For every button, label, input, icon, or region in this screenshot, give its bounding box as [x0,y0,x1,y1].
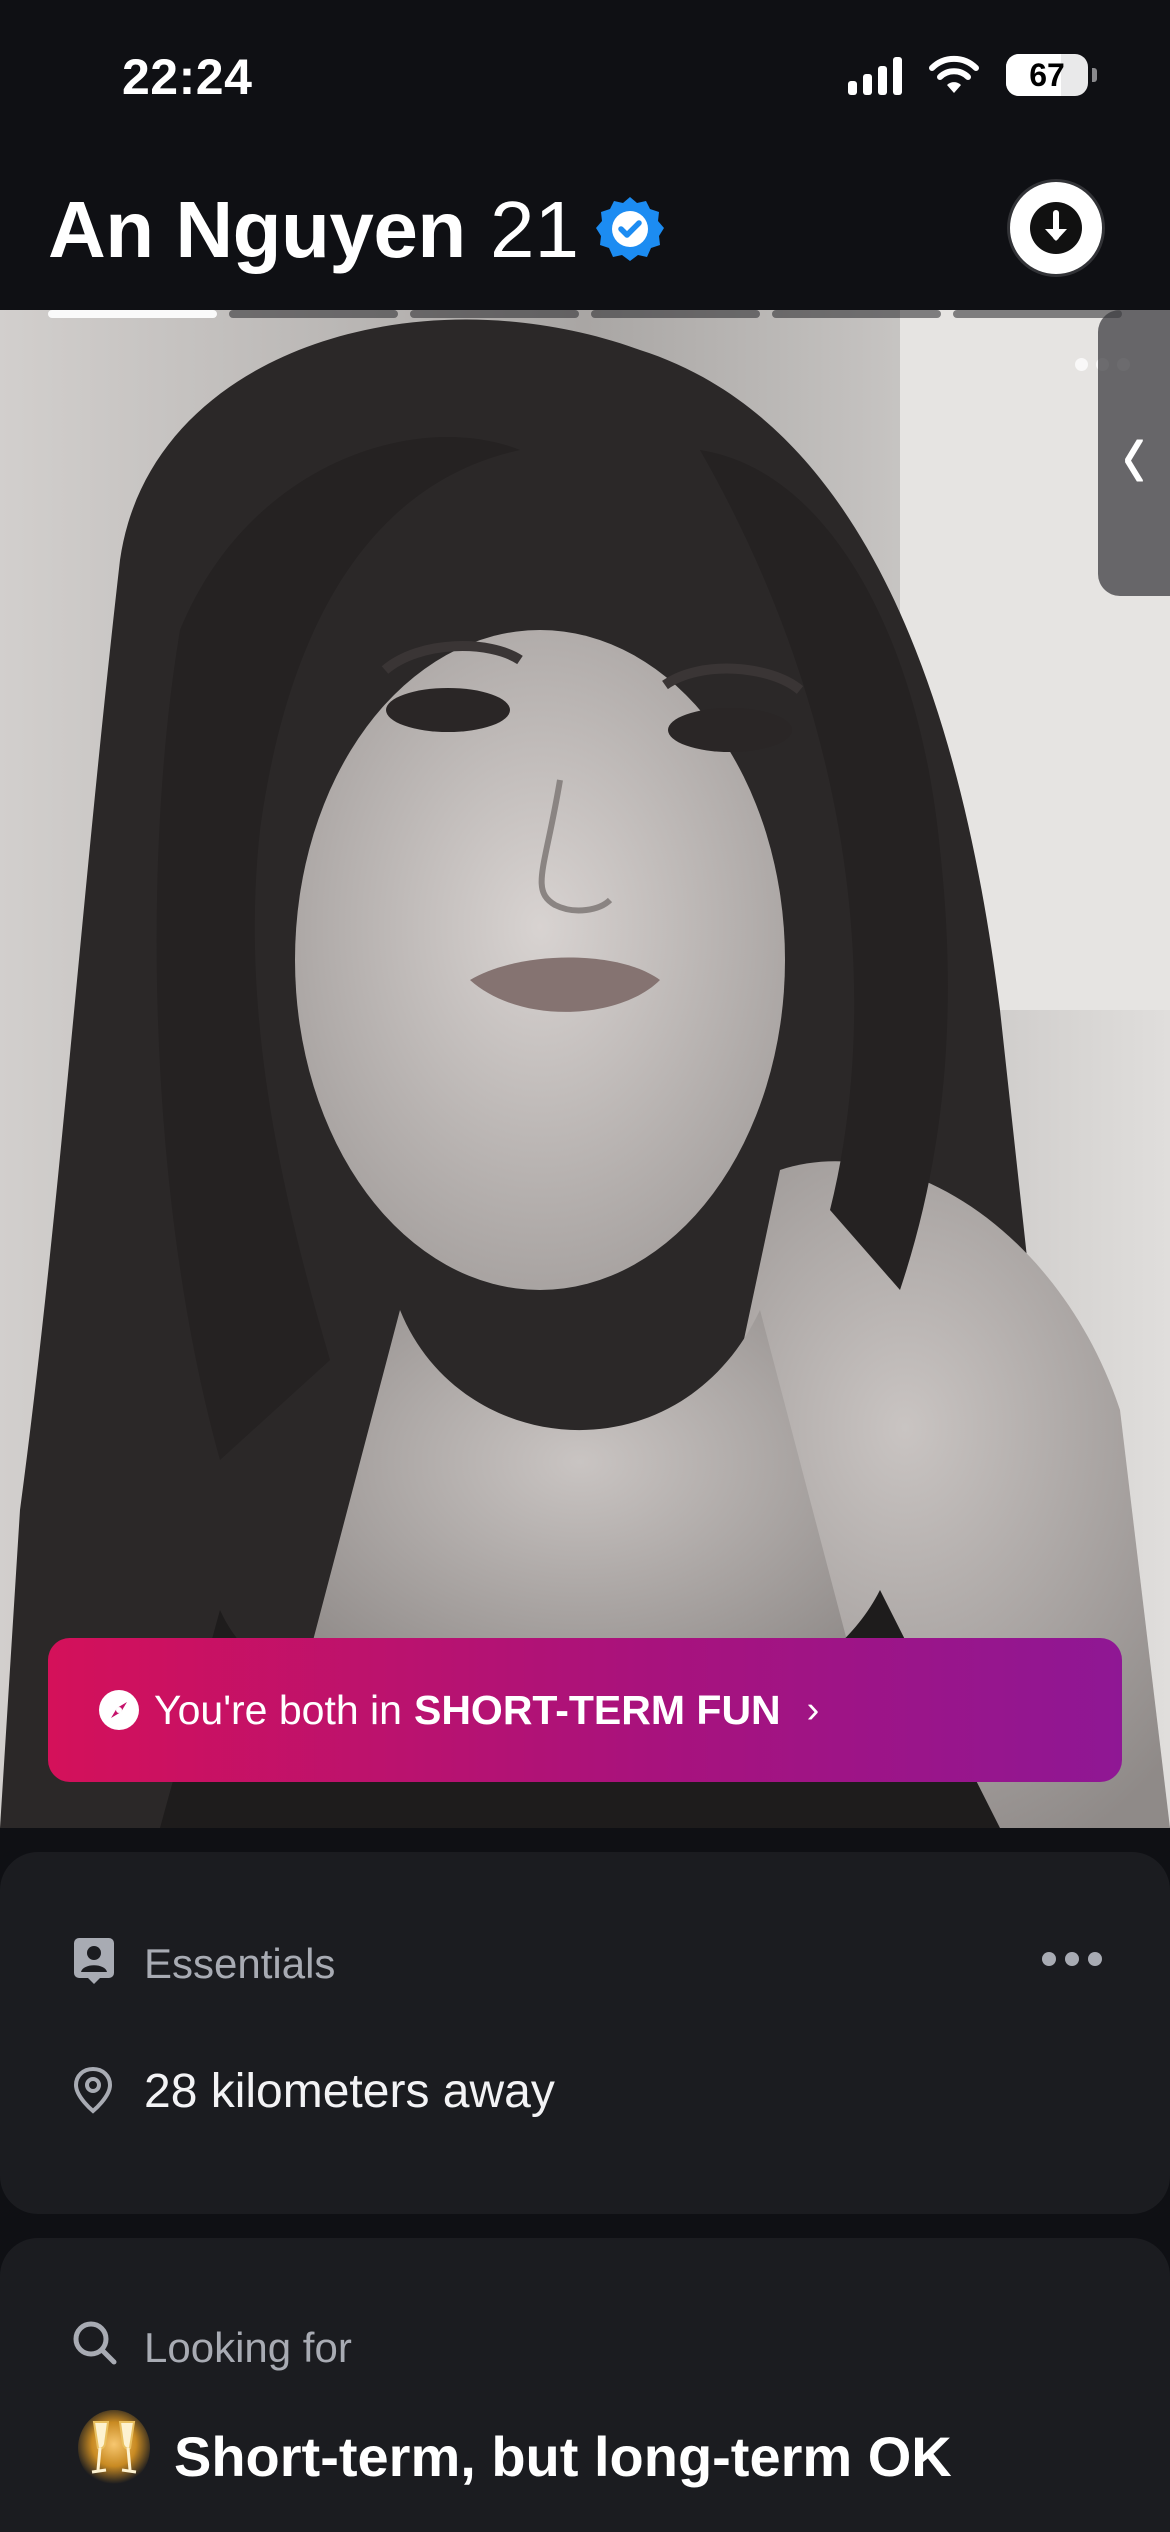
signal-icon [848,55,902,95]
chevron-left-icon: ‹ [1122,393,1146,513]
champagne-glasses-icon [78,2410,150,2486]
search-icon [73,2321,117,2365]
shared-interest-banner[interactable]: You're both in SHORT-TERM FUN › [48,1638,1122,1782]
chevron-right-icon: › [806,1688,820,1731]
profile-screen: 22:24 67 An Nguyen 21 ‹ You're both in S… [0,0,1170,2532]
banner-prefix: You're both in [154,1686,402,1733]
profile-age: 21 [490,185,579,274]
verified-badge-icon [596,197,664,261]
photo-indicator[interactable] [772,310,941,318]
photo-indicator[interactable] [410,310,579,318]
looking-for-title: Looking for [144,2324,352,2371]
profile-header: An Nguyen 21 [0,170,1170,290]
profile-name: An Nguyen [48,185,466,274]
essentials-more-icon[interactable] [1042,1952,1102,1966]
location-pin-icon [73,2066,113,2114]
side-panel-tab[interactable]: ‹ [1098,310,1170,596]
wifi-icon [928,55,980,95]
photo-indicator[interactable] [229,310,398,318]
battery-level-label: 67 [1029,56,1065,93]
profile-photo[interactable]: ‹ You're both in SHORT-TERM FUN › [0,310,1170,1828]
photo-indicator[interactable] [48,310,217,318]
status-time: 22:24 [122,49,253,105]
profile-photo-image [0,310,1170,1828]
photo-indicator[interactable] [953,310,1122,318]
looking-for-value: Short-term, but long-term OK [174,2425,952,2488]
id-card-icon [74,1938,114,1984]
photo-indicator[interactable] [591,310,760,318]
arrow-down-icon [1030,202,1082,254]
status-bar: 22:24 67 [0,0,1170,150]
compass-icon [99,1690,139,1730]
status-icons: 67 [848,54,1097,96]
distance-text: 28 kilometers away [144,2065,555,2118]
looking-for-card: Looking for Short-term, but long-term OK [0,2238,1170,2532]
essentials-card: Essentials 28 kilometers away [0,1852,1170,2214]
essentials-title: Essentials [144,1940,336,1987]
photo-indicators [48,310,1122,318]
battery-icon: 67 [1006,54,1097,96]
banner-highlight: SHORT-TERM FUN [413,1686,781,1733]
collapse-profile-button[interactable] [1010,182,1102,274]
